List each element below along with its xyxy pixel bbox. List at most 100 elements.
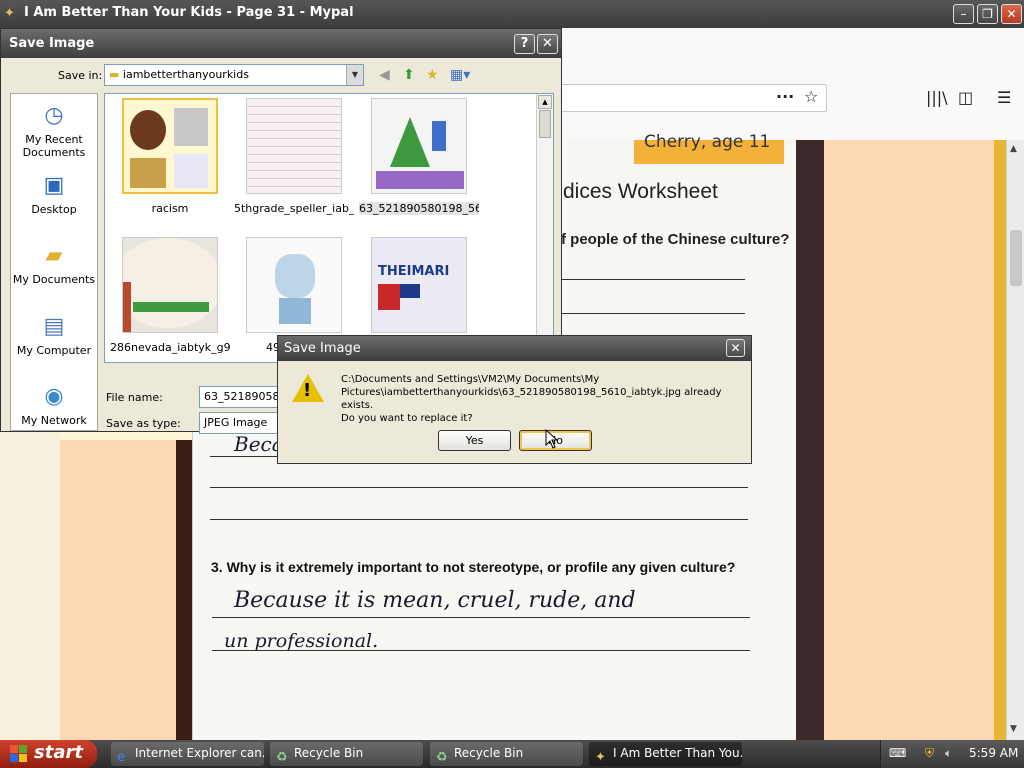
answer-line: [562, 313, 745, 314]
file-name: 5thgrade_speller_iab_i...: [234, 202, 354, 215]
file-list[interactable]: racism 5thgrade_speller_iab_i... 63_5218…: [104, 93, 554, 363]
task-label: Recycle Bin: [294, 746, 364, 760]
library-icon[interactable]: |||\: [926, 88, 948, 107]
message-line: C:\Documents and Settings\VM2\My Documen…: [341, 374, 600, 385]
volume-icon[interactable]: 🔈︎: [945, 746, 952, 761]
save-in-dropdown[interactable]: ▬ iambetterthanyourkids ▼: [104, 64, 364, 86]
file-thumbnail: [371, 98, 467, 194]
replace-confirm-dialog: Save Image ✕ ! C:\Documents and Settings…: [277, 335, 752, 464]
place-my-documents[interactable]: ▰ My Documents: [11, 242, 97, 286]
place-my-network[interactable]: ◉ My Network: [11, 383, 97, 427]
new-folder-icon[interactable]: ★: [426, 67, 439, 83]
url-bar[interactable]: ··· ☆: [545, 84, 827, 112]
places-bar: ◷ My Recent Documents ▣ Desktop ▰ My Doc…: [10, 93, 98, 431]
windows-logo-icon: [10, 745, 27, 762]
close-button[interactable]: ✕: [1001, 4, 1022, 24]
task-label: I Am Better Than You...: [613, 746, 742, 760]
my-computer-icon: ▤: [43, 314, 65, 339]
scroll-down-icon[interactable]: ▼: [1010, 724, 1017, 734]
answer-line: [210, 487, 748, 488]
security-shield-icon[interactable]: ⛨: [925, 746, 934, 761]
page-scrollbar[interactable]: ▲ ▼: [1006, 140, 1024, 740]
confirm-title: Save Image: [284, 341, 361, 356]
up-folder-icon[interactable]: ⬆: [403, 67, 415, 83]
handwritten-answer-2: un professional.: [224, 630, 379, 652]
save-as-type-label: Save as type:: [106, 417, 181, 430]
place-label: My Network: [21, 414, 87, 427]
keyboard-icon[interactable]: ⌨: [889, 746, 906, 760]
task-recycle-bin-2[interactable]: ♻ Recycle Bin: [430, 742, 583, 766]
worksheet-sticker: Cherry, age 11: [634, 134, 784, 164]
chevron-down-icon[interactable]: ▼: [346, 65, 363, 85]
file-item-theimari[interactable]: THEIMARI: [359, 237, 479, 341]
file-thumbnail: THEIMARI: [371, 237, 467, 333]
place-desktop[interactable]: ▣ Desktop: [11, 172, 97, 216]
system-tray: ⌨ ⛨ 🔈︎ 5:59 AM: [880, 740, 1024, 768]
help-button[interactable]: ?: [514, 34, 535, 54]
file-item-5thgrade-speller[interactable]: 5thgrade_speller_iab_i...: [234, 98, 354, 215]
file-name-input[interactable]: 63_5218905801: [199, 386, 279, 408]
confirm-close-button[interactable]: ✕: [726, 339, 745, 357]
file-thumbnail: [122, 98, 218, 194]
yes-button[interactable]: Yes: [438, 430, 511, 451]
place-my-computer[interactable]: ▤ My Computer: [11, 313, 97, 357]
clock: 5:59 AM: [969, 746, 1019, 760]
mypal-icon: ✦: [595, 750, 606, 765]
view-menu-icon[interactable]: ▦▾: [450, 67, 470, 83]
window-title: I Am Better Than Your Kids - Page 31 - M…: [24, 5, 354, 20]
file-item-286nevada[interactable]: 286nevada_iabtyk_g9...: [110, 237, 230, 354]
internet-explorer-icon: e: [117, 750, 125, 765]
confirm-titlebar[interactable]: Save Image ✕: [278, 336, 751, 361]
photo-edge-right: [796, 140, 824, 740]
worksheet-question-3: 3. Why is it extremely important to not …: [211, 559, 736, 575]
my-network-icon: ◉: [44, 384, 64, 409]
save-dialog-titlebar[interactable]: Save Image ? ✕: [1, 29, 561, 58]
place-label: My Documents: [12, 273, 96, 286]
task-internet-explorer[interactable]: e Internet Explorer can...: [111, 742, 264, 766]
task-label: Internet Explorer can...: [135, 746, 264, 760]
file-name-label: File name:: [106, 391, 163, 404]
file-list-scrollbar[interactable]: ▲: [536, 94, 553, 362]
desktop-icon: ▣: [43, 173, 65, 198]
bookmark-star-icon[interactable]: ☆: [804, 87, 818, 106]
photo-edge-left: [176, 440, 192, 740]
my-documents-icon: ▰: [45, 243, 63, 268]
answer-line: [210, 519, 748, 520]
restore-button[interactable]: ❐: [977, 4, 998, 24]
minimize-button[interactable]: –: [953, 4, 974, 24]
place-label: My Computer: [16, 344, 92, 357]
save-as-type-dropdown[interactable]: JPEG Image: [199, 412, 279, 434]
sidebar-icon[interactable]: ◫: [958, 88, 973, 107]
file-thumbnail: [122, 237, 218, 333]
back-icon[interactable]: ◀: [379, 67, 390, 83]
answer-line: [562, 279, 745, 280]
more-icon[interactable]: ···: [776, 87, 794, 106]
confirm-message: C:\Documents and Settings\VM2\My Documen…: [341, 373, 746, 425]
main-window-titlebar[interactable]: ✦ I Am Better Than Your Kids - Page 31 -…: [0, 0, 1024, 28]
save-dialog-close-button[interactable]: ✕: [537, 34, 558, 54]
file-thumbnail: [246, 98, 342, 194]
file-name: 286nevada_iabtyk_g9...: [110, 341, 230, 354]
menu-icon[interactable]: ☰: [997, 88, 1011, 107]
file-item-63-selected[interactable]: 63_521890580198_56...: [359, 98, 479, 215]
recent-documents-icon: ◷: [44, 103, 64, 128]
scroll-up-icon[interactable]: ▲: [538, 95, 552, 109]
place-label: My Recent Documents: [22, 133, 86, 159]
task-mypal[interactable]: ✦ I Am Better Than You...: [589, 742, 742, 766]
handwritten-answer-1: Because it is mean, cruel, rude, and: [234, 588, 636, 613]
scroll-up-icon[interactable]: ▲: [1010, 144, 1017, 154]
scroll-thumb[interactable]: [539, 110, 551, 138]
worksheet-question-1: f people of the Chinese culture?: [561, 231, 790, 248]
taskbar: start e Internet Explorer can... ♻ Recyc…: [0, 740, 1024, 768]
page-gold-strip: [994, 140, 1006, 740]
start-button[interactable]: start: [0, 740, 97, 768]
file-item-racism[interactable]: racism: [110, 98, 230, 215]
scroll-thumb[interactable]: [1010, 230, 1022, 286]
place-my-recent-documents[interactable]: ◷ My Recent Documents: [11, 102, 97, 159]
page-peach-strip: [60, 440, 178, 740]
task-recycle-bin[interactable]: ♻ Recycle Bin: [270, 742, 423, 766]
mouse-cursor-icon: [545, 429, 559, 449]
place-label: Desktop: [31, 203, 77, 216]
task-label: Recycle Bin: [454, 746, 524, 760]
file-name: 63_521890580198_56...: [359, 202, 479, 215]
